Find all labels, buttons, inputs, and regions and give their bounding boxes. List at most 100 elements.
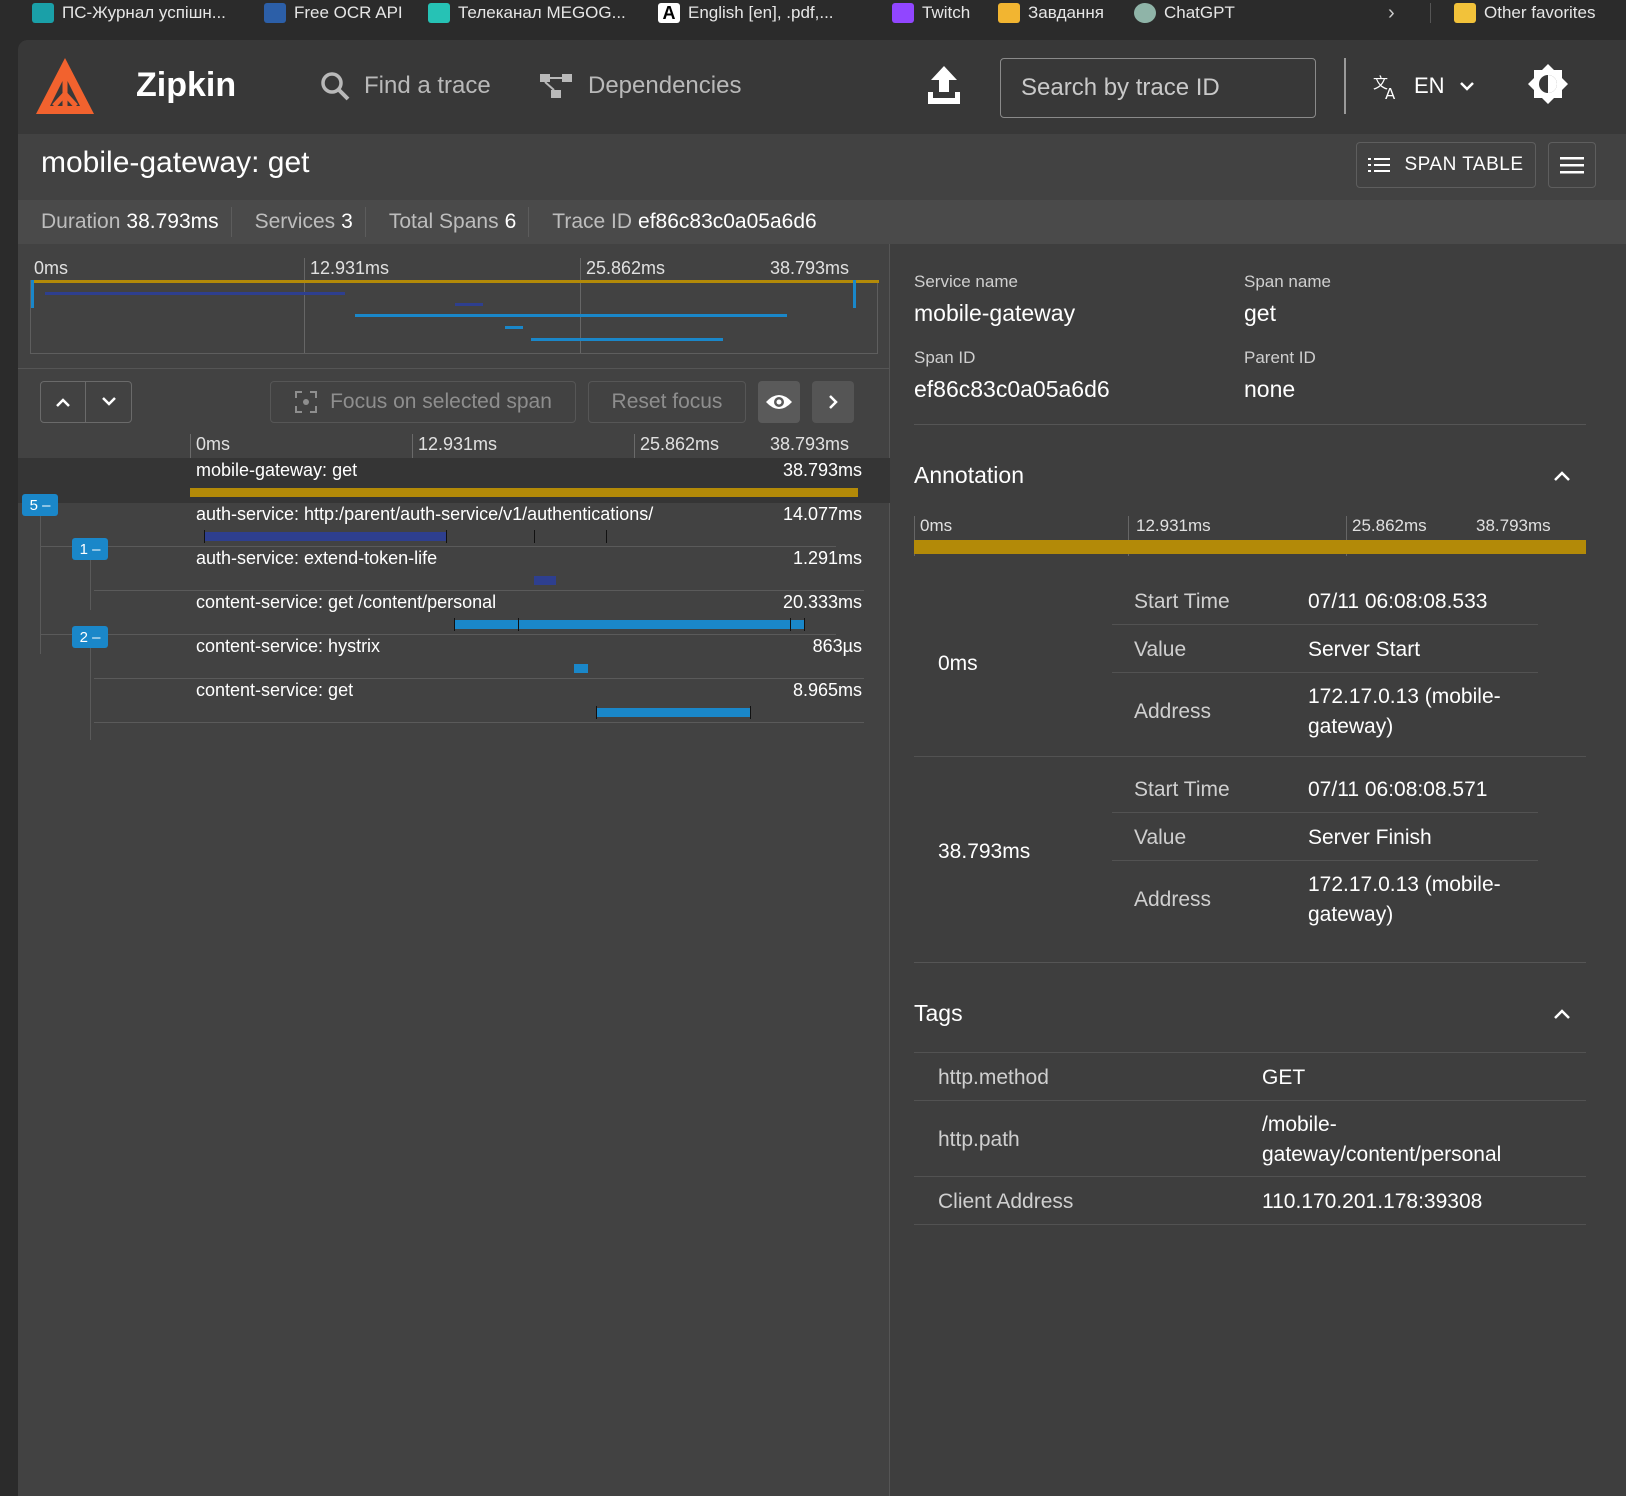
span-bar [454,620,804,629]
favorite-item[interactable]: A English [en], .pdf,... [658,0,834,26]
span-name-label: Span name [1244,272,1331,291]
annotation-value: Server Start [1308,638,1421,661]
toggle-visibility-button[interactable] [758,381,800,423]
divider [914,756,1586,757]
annotation-value: 07/11 06:08:08.533 [1308,590,1488,613]
dependencies-icon [540,74,572,98]
next-span-button[interactable] [86,382,131,422]
span-row[interactable]: content-service: hystrix 863µs [18,634,890,679]
bookmark-icon [264,3,286,23]
minimap-span [45,292,345,295]
other-favorites[interactable]: Other favorites [1454,0,1596,26]
annotation-value: 172.17.0.13 (mobile-gateway) [1308,873,1501,926]
nav-find-trace[interactable]: Find a trace [320,66,491,106]
minimap-handle[interactable] [853,280,856,308]
favorite-item[interactable]: ПС-Журнал успішн... [32,0,226,26]
tag-key: http.path [938,1128,1020,1151]
eye-icon [766,395,792,409]
menu-button[interactable] [1548,142,1596,188]
list-icon [1368,158,1391,172]
trace-id-search-input[interactable] [1000,58,1316,118]
tags-title[interactable]: Tags [914,1000,963,1027]
row-divider [1112,812,1538,813]
span-tick [606,530,607,543]
bookmark-icon [998,3,1020,23]
favorite-item[interactable]: Завдання [998,0,1104,26]
span-table-button[interactable]: SPAN TABLE [1356,142,1536,188]
focus-selected-span-button[interactable]: Focus on selected span [270,381,576,423]
trace-timeline-pane: 0ms 12.931ms 25.862ms 38.793ms Focus on … [18,244,890,1496]
span-tick [750,706,751,719]
header-gridline [634,434,635,458]
favorite-item[interactable]: Телеканал MEGOG... [428,0,626,26]
annotation-tick: 25.862ms [1352,516,1427,535]
minimap-handle[interactable] [31,280,34,308]
service-name-label: Service name [914,272,1018,291]
trace-minimap[interactable]: 0ms 12.931ms 25.862ms 38.793ms [30,258,879,354]
collapse-badge[interactable]: 5 – [22,494,58,516]
bookmark-icon [428,3,450,23]
theme-toggle-icon[interactable] [1526,62,1570,106]
favorite-item[interactable]: Twitch [892,0,970,26]
minimap-span [31,280,879,283]
span-duration: 38.793ms [782,460,862,480]
annotation-tick: 0ms [920,516,953,535]
chevron-right-icon[interactable]: › [1388,0,1395,26]
span-duration: 20.333ms [782,592,862,612]
tag-value: GET [1262,1066,1306,1089]
annotation-tick: 12.931ms [1136,516,1211,535]
span-row[interactable]: mobile-gateway: get 38.793ms [18,458,890,503]
span-table-label: SPAN TABLE [1404,154,1524,175]
annotation-key: Address [1134,700,1212,723]
hamburger-icon [1560,157,1584,174]
span-duration: 8.965ms [792,680,862,700]
span-nav-group [40,381,132,423]
app-header: Zipkin Find a trace Dependencies 文A EN [18,40,1626,134]
favorite-item[interactable]: Free OCR API [264,0,403,26]
stat-trace-id: Trace ID ef86c83c0a05a6d6 [552,210,817,233]
divider [914,424,1586,425]
collapse-badge[interactable]: 1 – [72,538,108,560]
nav-dependencies-label: Dependencies [588,72,742,99]
reset-focus-button[interactable]: Reset focus [588,381,746,423]
nav-dependencies[interactable]: Dependencies [538,66,741,106]
span-id-label: Span ID [914,348,976,367]
annotation-key: Start Time [1134,778,1230,801]
header-tick: 12.931ms [418,434,498,454]
chevron-down-icon [1459,82,1474,91]
zipkin-logo-icon[interactable] [32,54,98,120]
annotation-bar [914,540,1586,554]
minimap-tick: 25.862ms [586,258,666,278]
brand-name[interactable]: Zipkin [136,66,236,105]
folder-icon [1454,3,1476,23]
span-timeline-header: 0ms 12.931ms 25.862ms 38.793ms [18,434,890,458]
header-tick: 0ms [196,434,231,454]
divider [1430,3,1431,23]
span-tick [454,618,455,631]
annotation-title[interactable]: Annotation [914,462,1024,489]
annotation-tick: 38.793ms [1476,516,1551,535]
trace-title-row: mobile-gateway: get SPAN TABLE [18,134,1626,200]
minimap-span [505,326,523,329]
center-focus-icon [295,391,318,413]
span-row[interactable]: auth-service: extend-token-life 1.291ms [18,546,890,591]
parent-id-value: none [1244,376,1296,402]
annotation-time: 38.793ms [938,840,1031,863]
tag-key: Client Address [938,1190,1074,1213]
span-row[interactable]: auth-service: http:/parent/auth-service/… [18,502,890,547]
language-selector[interactable]: 文A EN [1372,66,1477,106]
span-row[interactable]: content-service: get /content/personal 2… [18,590,890,635]
expand-detail-button[interactable] [812,381,854,423]
collapse-badge[interactable]: 2 – [72,626,108,648]
favorite-item[interactable]: ChatGPT [1134,0,1235,26]
upload-icon[interactable] [924,64,964,108]
chevron-up-icon [56,398,70,407]
tag-value: /mobile-gateway/content/personal [1262,1113,1502,1166]
chevron-up-icon[interactable] [1550,1002,1574,1026]
stat-services: Services 3 [232,207,366,237]
span-row[interactable]: content-service: get 8.965ms [18,678,890,723]
language-label: EN [1414,73,1445,98]
chevron-up-icon[interactable] [1550,464,1574,488]
prev-span-button[interactable] [41,382,87,422]
stat-duration: Duration 38.793ms [18,207,232,237]
